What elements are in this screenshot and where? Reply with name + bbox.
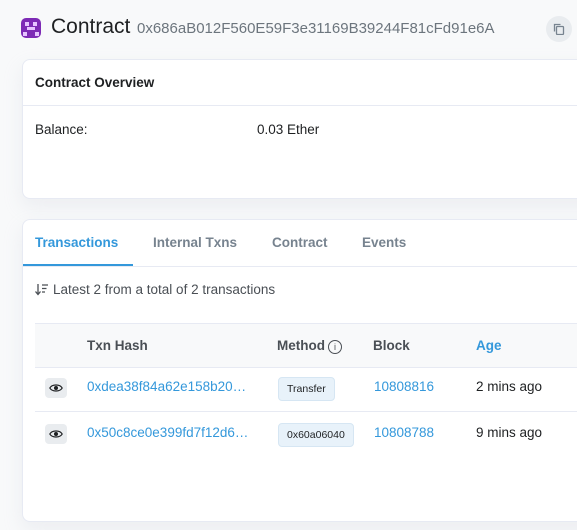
table-row: 0x50c8ce0e399fd7f12d6… 0x60a06040 108087… — [35, 412, 577, 457]
transactions-summary: Latest 2 from a total of 2 transactions — [35, 282, 275, 299]
overview-header: Contract Overview — [23, 60, 577, 106]
eye-icon — [49, 384, 63, 392]
view-details-button[interactable] — [45, 424, 67, 444]
copy-address-button[interactable] — [546, 16, 572, 42]
block-link[interactable]: 10808788 — [374, 425, 434, 440]
active-tab-indicator — [23, 264, 133, 266]
contract-avatar — [21, 18, 41, 38]
tab-contract[interactable]: Contract — [272, 235, 328, 250]
view-details-button[interactable] — [45, 378, 67, 398]
column-method: Method i — [277, 338, 342, 354]
method-badge: 0x60a06040 — [278, 423, 354, 447]
method-badge: Transfer — [278, 377, 335, 401]
overview-title: Contract Overview — [35, 75, 155, 90]
age-value: 2 mins ago — [476, 379, 543, 394]
block-link[interactable]: 10808816 — [374, 379, 434, 394]
column-txn-hash: Txn Hash — [87, 338, 148, 353]
page-title: Contract — [51, 15, 131, 38]
tab-bar: Transactions Internal Txns Contract Even… — [23, 220, 577, 267]
column-age[interactable]: Age — [476, 338, 502, 353]
info-icon[interactable]: i — [328, 340, 342, 354]
balance-value: 0.03 Ether — [257, 122, 320, 137]
balance-label: Balance: — [35, 122, 88, 137]
txn-hash-link[interactable]: 0xdea38f84a62e158b20… — [87, 379, 246, 394]
eye-icon — [49, 430, 63, 438]
tab-internal-txns[interactable]: Internal Txns — [153, 235, 237, 250]
column-method-label: Method — [277, 338, 325, 353]
txn-hash-link[interactable]: 0x50c8ce0e399fd7f12d6… — [87, 425, 248, 440]
table-row: 0xdea38f84a62e158b20… Transfer 10808816 … — [35, 366, 577, 412]
copy-icon — [553, 23, 565, 35]
column-block: Block — [373, 338, 410, 353]
age-value: 9 mins ago — [476, 425, 543, 440]
table-header: Txn Hash Method i Block Age — [35, 323, 577, 368]
sort-icon — [35, 283, 49, 299]
summary-text: Latest 2 from a total of 2 transactions — [53, 282, 276, 297]
contract-overview-card: Contract Overview Balance: 0.03 Ether — [22, 59, 577, 199]
contract-address: 0x686aB012F560E59F3e31169B39244F81cFd91e… — [137, 20, 495, 37]
transactions-card: Transactions Internal Txns Contract Even… — [22, 219, 577, 522]
tab-events[interactable]: Events — [362, 235, 406, 250]
page-header: Contract 0x686aB012F560E59F3e31169B39244… — [0, 0, 577, 58]
tab-transactions[interactable]: Transactions — [35, 235, 118, 250]
